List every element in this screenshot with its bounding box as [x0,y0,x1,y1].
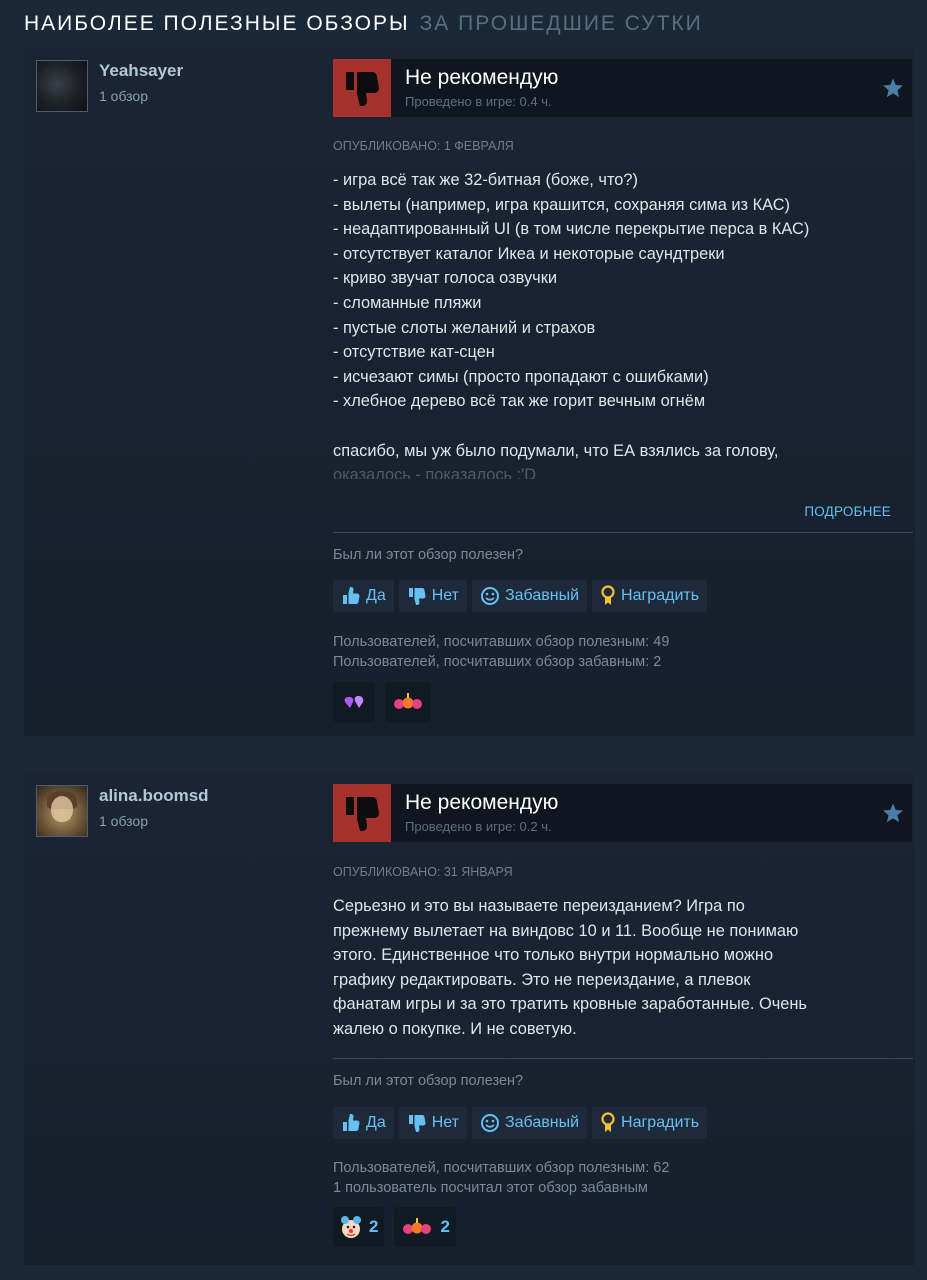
review-line: - хлебное дерево всё так же горит вечным… [333,392,706,411]
awards-list [333,682,431,722]
vote-no-button[interactable]: Нет [398,1107,467,1139]
review-line: - отсутствует каталог Икеа и некоторые с… [333,244,725,263]
posted-date: ОПУБЛИКОВАНО: 1 ФЕВРАЛЯ [333,139,514,153]
review-card: Yeahsayer 1 обзор Не рекомендую Проведен… [24,48,915,736]
username-link[interactable]: Yeahsayer [99,61,183,81]
verdict-label: Не рекомендую [405,791,559,814]
review-line: жалею о покупке. И не советую. [333,1019,577,1038]
funny-count: Пользователей, посчитавших обзор забавны… [333,654,662,670]
divider [333,1058,913,1059]
award-label: Наградить [621,587,700,604]
playtime: Проведено в игре: 0.2 ч. [405,819,552,834]
review-line: - сломанные пляжи [333,293,482,312]
section-header: НАИБОЛЕЕ ПОЛЕЗНЫЕ ОБЗОРЫ ЗА ПРОШЕДШИЕ СУТ… [24,12,703,42]
review-line: прежнему вылетает на виндовс 10 и 11. Во… [333,921,799,940]
thumbs-down-icon [408,588,426,605]
review-line: - игра всё так же 32-битная (боже, что?) [333,171,638,189]
review-line: - отсутствие кат-сцен [333,343,495,362]
vote-yes-button[interactable]: Да [333,1107,394,1139]
smiley-icon [480,1114,499,1132]
review-line: Серьезно и это вы называете переизданием… [333,897,745,915]
award-button[interactable]: Наградить [592,580,708,612]
username-link[interactable]: alina.boomsd [99,786,209,806]
vote-yes-label: Да [366,587,386,604]
award-count: 2 [440,1217,450,1236]
star-icon [882,77,904,104]
award-badge[interactable] [385,682,431,722]
avatar[interactable] [36,785,88,837]
thumbs-up-icon [343,587,360,604]
awards-list: 2 2 [333,1207,456,1247]
purple-hearts-award-icon [344,696,364,708]
review-line: этого. Единственное что только внутри но… [333,946,774,965]
review-text: - игра всё так же 32-битная (боже, что?)… [333,168,908,479]
vote-funny-button[interactable]: Забавный [471,580,588,612]
vote-funny-button[interactable]: Забавный [471,1107,588,1139]
award-button[interactable]: Наградить [592,1107,708,1139]
award-badge[interactable] [333,682,375,722]
review-line: - криво звучат голоса озвучки [333,269,558,288]
review-stats: Пользователей, посчитавших обзор полезны… [333,632,669,672]
vote-funny-label: Забавный [504,587,580,604]
review-line: фанатам игры и за это тратить кровные за… [333,995,807,1014]
star-icon [882,802,904,829]
vote-no-button[interactable]: Нет [398,580,467,612]
award-label: Наградить [621,1114,700,1131]
vote-yes-label: Да [366,1114,386,1131]
thumbs-down-icon [408,1115,426,1132]
fireworks-award-icon [403,1218,432,1234]
verdict-header[interactable]: Не рекомендую Проведено в игре: 0.2 ч. [333,784,912,842]
award-badge[interactable]: 2 [333,1207,385,1247]
review-line: - вылеты (например, игра крашится, сохра… [333,195,791,214]
review-line: - исчезают симы (просто пропадают с ошиб… [333,367,709,386]
vote-buttons: Да Нет Забавный Наградить [333,1107,708,1139]
review-text: Серьезно и это вы называете переизданием… [333,894,908,1042]
thumbs-down-icon [333,784,391,842]
review-card: alina.boomsd 1 обзор Не рекомендую Прове… [24,773,915,1265]
section-title: НАИБОЛЕЕ ПОЛЕЗНЫЕ ОБЗОРЫ [24,12,410,35]
award-badge[interactable]: 2 [394,1207,456,1247]
read-more-link[interactable]: ПОДРОБНЕЕ [804,504,891,519]
posted-date: ОПУБЛИКОВАНО: 31 ЯНВАРЯ [333,865,513,879]
award-medal-icon [601,585,615,605]
divider [333,532,913,533]
award-medal-icon [601,1112,615,1132]
playtime: Проведено в игре: 0.4 ч. [405,94,552,109]
review-line-faded: оказалось - показалось :'D [333,466,537,480]
funny-count: 1 пользователь посчитал этот обзор забав… [333,1180,648,1196]
thumbs-down-icon [333,59,391,117]
helpful-count: Пользователей, посчитавших обзор полезны… [333,634,670,650]
vote-buttons: Да Нет Забавный Наградить [333,580,708,612]
clown-face-award-icon [341,1216,361,1238]
avatar[interactable] [36,60,88,112]
vote-funny-label: Забавный [504,1114,580,1131]
fireworks-award-icon [394,693,422,709]
review-line: - пустые слоты желаний и страхов [333,318,596,337]
vote-no-label: Нет [431,587,459,604]
verdict-label: Не рекомендую [405,66,559,89]
helpful-question: Был ли этот обзор полезен? [333,547,524,563]
review-line: - неадаптированный UI (в том числе перек… [333,220,810,239]
review-line: спасибо, мы уж было подумали, что ЕА взя… [333,441,779,460]
review-line: графику редактировать. Это не переиздани… [333,970,751,989]
user-review-count[interactable]: 1 обзор [99,88,148,104]
smiley-icon [480,587,499,605]
vote-no-label: Нет [431,1114,459,1131]
helpful-count: Пользователей, посчитавших обзор полезны… [333,1160,670,1176]
award-count: 2 [369,1217,379,1236]
review-stats: Пользователей, посчитавших обзор полезны… [333,1158,669,1198]
verdict-header[interactable]: Не рекомендую Проведено в игре: 0.4 ч. [333,59,912,117]
vote-yes-button[interactable]: Да [333,580,394,612]
thumbs-up-icon [343,1114,360,1131]
helpful-question: Был ли этот обзор полезен? [333,1073,524,1089]
user-review-count[interactable]: 1 обзор [99,813,148,829]
period-tab[interactable]: ЗА ПРОШЕДШИЕ СУТКИ [420,12,703,35]
